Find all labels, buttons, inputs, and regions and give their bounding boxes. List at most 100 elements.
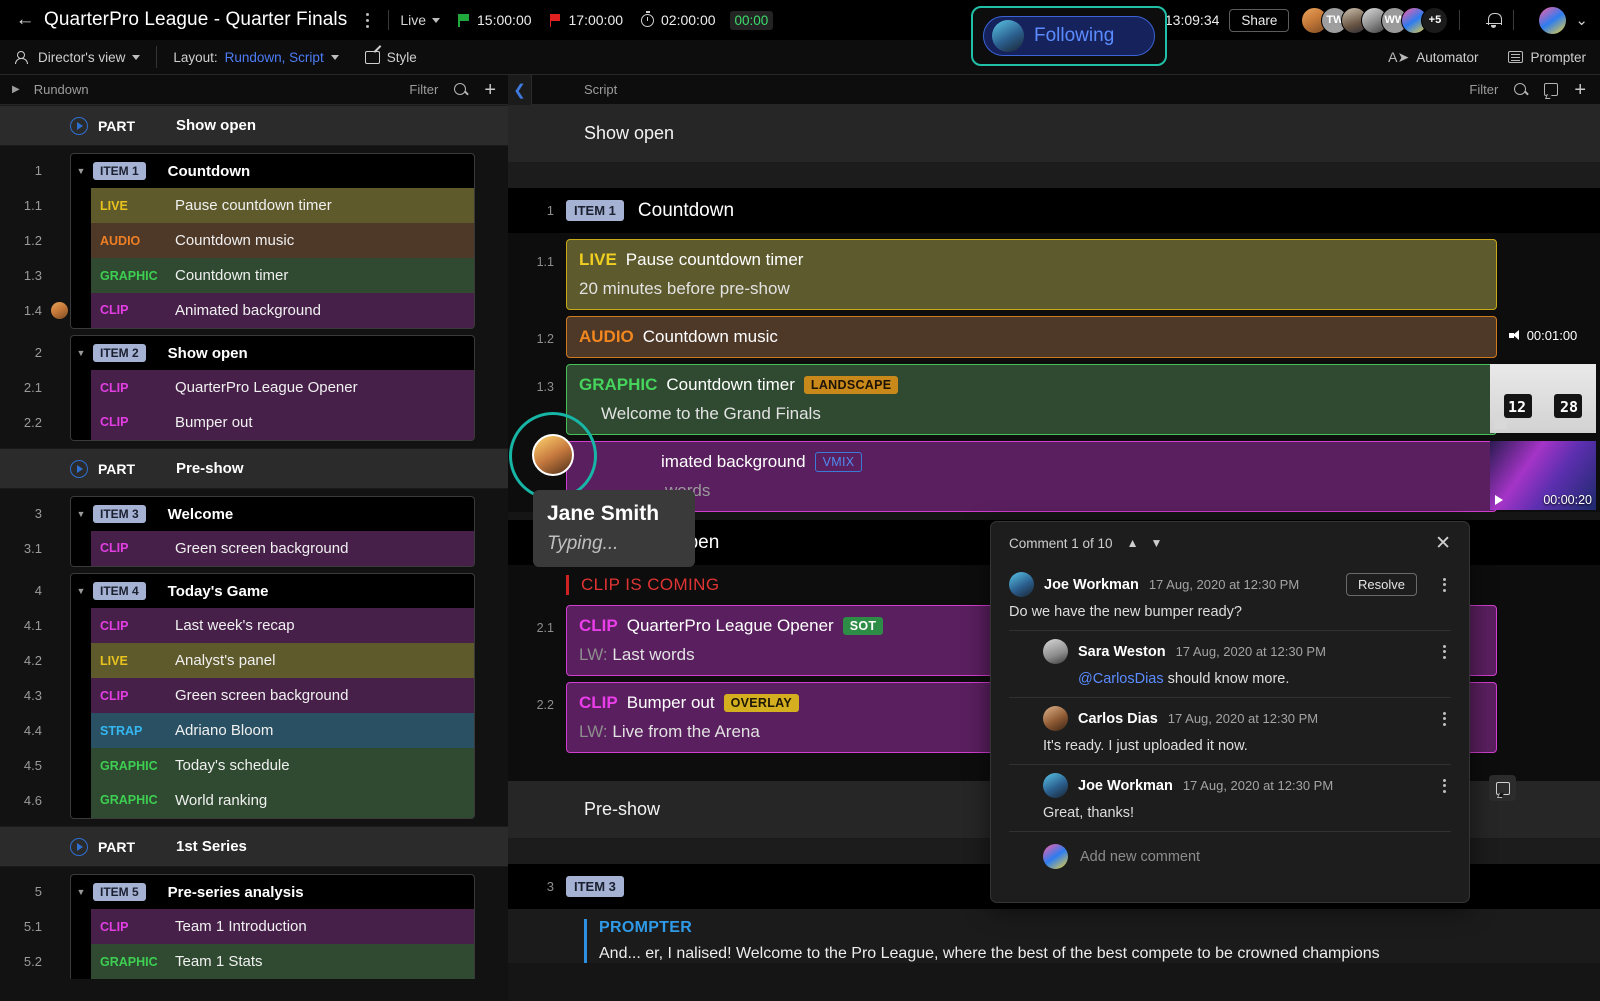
rundown-group[interactable]: 3 ▼ ITEM 3 Welcome 3.1 CLIP Green screen…: [0, 496, 508, 567]
part-row[interactable]: PART Pre-show: [0, 448, 508, 489]
rundown-group[interactable]: 1 ▼ ITEM 1 Countdown 1.1 LIVE Pause coun…: [0, 153, 508, 329]
play-icon[interactable]: [70, 459, 88, 478]
subrow[interactable]: AUDIO Countdown music: [71, 223, 474, 258]
subrow-card[interactable]: GRAPHIC Today's schedule: [70, 748, 475, 783]
table-row[interactable]: 4.3 CLIP Green screen background: [0, 678, 508, 713]
item-header[interactable]: ▼ ITEM 2 Show open: [70, 335, 475, 370]
table-row[interactable]: 1.3 GRAPHIC Countdown timer: [0, 258, 508, 293]
subrow[interactable]: CLIP Team 1 Introduction: [71, 909, 474, 944]
rundown-group[interactable]: 4 ▼ ITEM 4 Today's Game 4.1 CLIP Last we…: [0, 573, 508, 819]
subrow-card[interactable]: AUDIO Countdown music: [70, 223, 475, 258]
item-header-row[interactable]: 3 ▼ ITEM 3 Welcome: [0, 496, 508, 531]
subrow-card[interactable]: STRAP Adriano Bloom: [70, 713, 475, 748]
rundown-group[interactable]: 5 ▼ ITEM 5 Pre-series analysis 5.1 CLIP …: [0, 874, 508, 979]
subrow-card[interactable]: LIVE Pause countdown timer: [70, 188, 475, 223]
add-comment-icon[interactable]: [1489, 775, 1516, 801]
collapse-icon[interactable]: ▼: [71, 348, 91, 358]
item-header[interactable]: ▼ ITEM 5 Pre-series analysis: [70, 874, 475, 909]
following-button[interactable]: Following: [983, 16, 1155, 56]
layout-select[interactable]: Layout: Rundown, Script: [173, 50, 339, 65]
close-icon[interactable]: ✕: [1435, 534, 1451, 553]
add-icon[interactable]: +: [484, 80, 496, 100]
add-comment-input[interactable]: Add new comment: [1080, 849, 1200, 865]
subrow[interactable]: CLIP Green screen background: [71, 678, 474, 713]
script-block[interactable]: 1.2 AUDIO Countdown music 00:01:00: [508, 310, 1600, 358]
table-row[interactable]: 4.4 STRAP Adriano Bloom: [0, 713, 508, 748]
table-row[interactable]: 4.5 GRAPHIC Today's schedule: [0, 748, 508, 783]
collapse-icon[interactable]: ▼: [71, 509, 91, 519]
clip-thumbnail[interactable]: 00:00:20: [1490, 440, 1596, 510]
item-header-row[interactable]: 5 ▼ ITEM 5 Pre-series analysis: [0, 874, 508, 909]
subrow-card[interactable]: LIVE Analyst's panel: [70, 643, 475, 678]
table-row[interactable]: 4.1 CLIP Last week's recap: [0, 608, 508, 643]
style-button[interactable]: Style: [364, 50, 417, 65]
prev-comment-icon[interactable]: ▲: [1127, 536, 1139, 550]
chevron-right-icon[interactable]: ▶: [12, 84, 20, 95]
subrow[interactable]: STRAP Adriano Bloom: [71, 713, 474, 748]
subrow[interactable]: CLIP QuarterPro League Opener: [71, 370, 474, 405]
play-icon[interactable]: [70, 837, 88, 856]
item-header-row[interactable]: 1 ▼ ITEM 1 Countdown: [0, 153, 508, 188]
table-row[interactable]: 2.2 CLIP Bumper out: [0, 404, 508, 441]
next-comment-icon[interactable]: ▼: [1150, 536, 1162, 550]
script-card-clip[interactable]: imated background VMIX words 00:00:20: [566, 440, 1596, 512]
subrow[interactable]: LIVE Analyst's panel: [71, 643, 474, 678]
table-row[interactable]: 1.4 CLIP Animated background: [0, 292, 508, 329]
view-select[interactable]: Director's view: [14, 50, 141, 65]
subrow[interactable]: CLIP Animated background: [71, 292, 474, 328]
item-header[interactable]: ▼ ITEM 4 Today's Game: [70, 573, 475, 608]
resolve-button[interactable]: Resolve: [1346, 573, 1417, 596]
table-row[interactable]: 2.1 CLIP QuarterPro League Opener: [0, 370, 508, 405]
comment-more-icon[interactable]: [1437, 644, 1451, 659]
comments-panel[interactable]: Comment 1 of 10 ▲ ▼ ✕ Joe Workman 17 Aug…: [990, 521, 1470, 903]
subrow[interactable]: CLIP Last week's recap: [71, 608, 474, 643]
prompter-button[interactable]: Prompter: [1508, 50, 1586, 65]
comment-more-icon[interactable]: [1437, 778, 1451, 793]
graphic-thumbnail[interactable]: 12 28: [1490, 363, 1596, 433]
table-row[interactable]: 1.1 LIVE Pause countdown timer: [0, 188, 508, 223]
script-card-live[interactable]: LIVE Pause countdown timer 20 minutes be…: [566, 239, 1497, 310]
back-arrow-icon[interactable]: ←: [12, 7, 38, 33]
collapse-icon[interactable]: ▼: [71, 887, 91, 897]
subrow[interactable]: GRAPHIC Countdown timer: [71, 258, 474, 293]
comment-thread-root[interactable]: Joe Workman 17 Aug, 2020 at 12:30 PM Res…: [1009, 564, 1451, 631]
add-icon[interactable]: +: [1574, 80, 1586, 100]
subrow-card[interactable]: GRAPHIC Team 1 Stats: [70, 944, 475, 979]
table-row[interactable]: 5.1 CLIP Team 1 Introduction: [0, 909, 508, 944]
subrow[interactable]: LIVE Pause countdown timer: [71, 188, 474, 223]
subrow[interactable]: GRAPHIC World ranking: [71, 782, 474, 818]
rundown-filter-label[interactable]: Filter: [409, 82, 438, 97]
script-block[interactable]: 1.1 LIVE Pause countdown timer 20 minute…: [508, 233, 1600, 310]
automator-button[interactable]: A➤ Automator: [1388, 49, 1478, 66]
comment-reply[interactable]: Joe Workman 17 Aug, 2020 at 12:30 PM Gre…: [1009, 765, 1451, 832]
comment-more-icon[interactable]: [1437, 577, 1451, 592]
search-icon[interactable]: [1514, 82, 1528, 97]
comment-reply[interactable]: Sara Weston 17 Aug, 2020 at 12:30 PM @Ca…: [1009, 631, 1451, 698]
table-row[interactable]: 5.2 GRAPHIC Team 1 Stats: [0, 944, 508, 979]
rundown-group[interactable]: 2 ▼ ITEM 2 Show open 2.1 CLIP QuarterPro…: [0, 335, 508, 441]
subrow-card[interactable]: CLIP Last week's recap: [70, 608, 475, 643]
table-row[interactable]: 3.1 CLIP Green screen background: [0, 530, 508, 567]
script-block[interactable]: 1.3 GRAPHIC Countdown timer LANDSCAPE We…: [508, 358, 1600, 435]
subrow-card[interactable]: GRAPHIC World ranking: [70, 782, 475, 819]
subrow-card[interactable]: CLIP QuarterPro League Opener: [70, 370, 475, 405]
subrow-card[interactable]: GRAPHIC Countdown timer: [70, 258, 475, 293]
avatar[interactable]: [1539, 6, 1567, 34]
rundown-list[interactable]: PART Show open 1 ▼ ITEM 1 Countdown 1.1 …: [0, 105, 508, 1001]
table-row[interactable]: 4.6 GRAPHIC World ranking: [0, 782, 508, 819]
subrow[interactable]: GRAPHIC Team 1 Stats: [71, 944, 474, 979]
subrow[interactable]: GRAPHIC Today's schedule: [71, 748, 474, 783]
collapse-icon[interactable]: ▼: [71, 166, 91, 176]
item-header[interactable]: ▼ ITEM 1 Countdown: [70, 153, 475, 188]
collaborator-avatars[interactable]: TW WW +5: [1301, 6, 1449, 34]
play-icon[interactable]: [70, 116, 88, 135]
item-header[interactable]: ▼ ITEM 3 Welcome: [70, 496, 475, 531]
comment-more-icon[interactable]: [1437, 711, 1451, 726]
collapse-panel-icon[interactable]: ❮: [508, 74, 532, 105]
mention-link[interactable]: @CarlosDias: [1078, 671, 1164, 687]
table-row[interactable]: 1.2 AUDIO Countdown music: [0, 223, 508, 258]
chevron-down-icon[interactable]: ⌄: [1575, 11, 1588, 29]
share-button[interactable]: Share: [1229, 8, 1290, 32]
title-more-icon[interactable]: [357, 12, 377, 28]
notifications-bell-icon[interactable]: [1485, 12, 1502, 29]
